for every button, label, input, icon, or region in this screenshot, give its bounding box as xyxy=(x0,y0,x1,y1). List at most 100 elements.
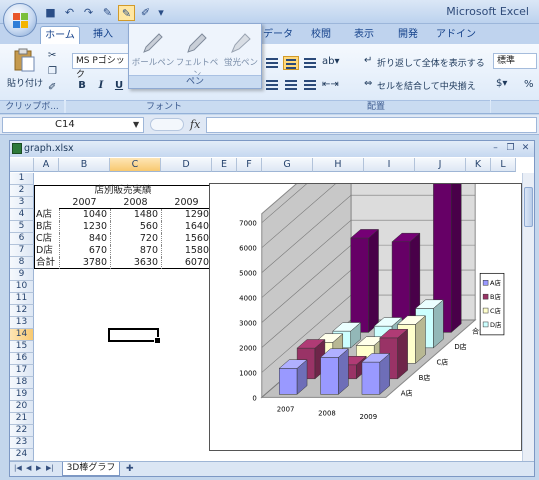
merge-center-button[interactable]: ⇔ セルを結合して中央揃え xyxy=(364,78,488,92)
orientation-icon[interactable]: ab▾ xyxy=(322,56,340,67)
value-cell[interactable]: 560 xyxy=(110,221,161,233)
insert-function-icon[interactable]: fx xyxy=(190,118,200,131)
row-header-15[interactable]: 15 xyxy=(10,341,34,353)
row-header-2[interactable]: 2 xyxy=(10,185,34,197)
value-cell[interactable]: 670 xyxy=(59,245,110,257)
row-header-16[interactable]: 16 xyxy=(10,353,34,365)
active-cell-c14[interactable] xyxy=(108,328,161,344)
value-cell[interactable]: 3780 xyxy=(59,257,110,269)
row-header-3[interactable]: 3 xyxy=(10,197,34,209)
wrap-text-button[interactable]: ↵ 折り返して全体を表示する xyxy=(364,55,488,69)
select-all-corner[interactable] xyxy=(10,158,34,172)
value-cell[interactable]: 1040 xyxy=(59,209,110,221)
value-cell[interactable]: 3630 xyxy=(110,257,161,269)
customize-qat-icon[interactable]: ▾ xyxy=(156,5,166,21)
row-header-23[interactable]: 23 xyxy=(10,437,34,449)
align-top-icon[interactable] xyxy=(264,56,280,70)
value-cell[interactable]: 840 xyxy=(59,233,110,245)
tab-addins[interactable]: アドイン xyxy=(436,26,476,44)
column-header-f[interactable]: F xyxy=(237,158,262,172)
row-header-22[interactable]: 22 xyxy=(10,425,34,437)
store-name-cell[interactable]: A店 xyxy=(36,209,61,221)
row-header-19[interactable]: 19 xyxy=(10,389,34,401)
row-header-24[interactable]: 24 xyxy=(10,449,34,461)
3d-column-chart[interactable]: 0 1000 2000 3000 4000 5000 6000 7000 2007 2008 200… xyxy=(209,183,522,451)
value-cell[interactable]: 6070 xyxy=(161,257,212,269)
row-header-12[interactable]: 12 xyxy=(10,305,34,317)
italic-button[interactable]: I xyxy=(93,78,109,94)
align-right-icon[interactable] xyxy=(302,78,318,92)
next-sheet-icon[interactable]: ▶ xyxy=(36,464,41,472)
minimize-icon[interactable]: – xyxy=(489,142,502,155)
column-header-l[interactable]: L xyxy=(491,158,516,172)
prev-sheet-icon[interactable]: ◀ xyxy=(26,464,31,472)
felt-pen-item[interactable]: フェルトペン xyxy=(175,28,219,80)
name-box-dropdown-icon[interactable]: ▼ xyxy=(133,120,139,129)
paste-button[interactable]: 貼り付け xyxy=(6,48,43,90)
column-header-d[interactable]: D xyxy=(161,158,212,172)
restore-icon[interactable]: ❐ xyxy=(504,142,517,155)
currency-icon[interactable]: $▾ xyxy=(496,78,507,89)
row-header-21[interactable]: 21 xyxy=(10,413,34,425)
percent-button[interactable]: % xyxy=(524,79,534,90)
cut-icon[interactable]: ✂ xyxy=(48,50,56,61)
font-name-box[interactable]: MS Pゴシック xyxy=(72,53,130,80)
pen-icon[interactable]: ✎ xyxy=(99,5,116,21)
row-header-5[interactable]: 5 xyxy=(10,221,34,233)
first-sheet-icon[interactable]: |◀ xyxy=(14,464,22,472)
column-header-h[interactable]: H xyxy=(313,158,364,172)
row-header-18[interactable]: 18 xyxy=(10,377,34,389)
column-header-g[interactable]: G xyxy=(262,158,313,172)
tab-review[interactable]: 校閲 xyxy=(306,26,336,44)
sheet-tab-3d-bar[interactable]: 3D棒グラフ xyxy=(62,462,120,476)
column-header-j[interactable]: J xyxy=(415,158,466,172)
row-header-20[interactable]: 20 xyxy=(10,401,34,413)
row-header-14[interactable]: 14 xyxy=(10,329,34,341)
align-left-icon[interactable] xyxy=(264,78,280,92)
vertical-scrollbar[interactable] xyxy=(522,173,534,461)
value-cell[interactable]: 870 xyxy=(110,245,161,257)
row-header-1[interactable]: 1 xyxy=(10,173,34,185)
tab-home[interactable]: ホーム xyxy=(40,26,80,44)
store-name-cell[interactable]: B店 xyxy=(36,221,61,233)
ballpoint-pen-item[interactable]: ボールペン xyxy=(131,28,175,72)
insert-sheet-icon[interactable]: ✚ xyxy=(126,464,134,474)
row-header-4[interactable]: 4 xyxy=(10,209,34,221)
row-header-13[interactable]: 13 xyxy=(10,317,34,329)
column-header-i[interactable]: I xyxy=(364,158,415,172)
column-header-b[interactable]: B xyxy=(59,158,110,172)
save-icon[interactable]: ■ xyxy=(42,5,59,21)
value-cell[interactable]: 1480 xyxy=(110,209,161,221)
column-header-c[interactable]: C xyxy=(110,158,161,172)
column-header-e[interactable]: E xyxy=(212,158,237,172)
align-middle-icon[interactable] xyxy=(283,56,299,70)
store-name-cell[interactable]: C店 xyxy=(36,233,61,245)
number-format-box[interactable]: 標準 xyxy=(493,53,537,69)
format-painter-icon[interactable]: ✐ xyxy=(48,82,56,93)
bold-button[interactable]: B xyxy=(74,78,90,94)
value-cell[interactable]: 1560 xyxy=(161,233,212,245)
formula-input[interactable] xyxy=(206,117,537,133)
tab-developer[interactable]: 開発 xyxy=(392,26,424,44)
tab-insert[interactable]: 挿入 xyxy=(86,26,120,44)
row-header-17[interactable]: 17 xyxy=(10,365,34,377)
tab-data[interactable]: データ xyxy=(262,26,294,44)
indent-icon[interactable]: ⇤⇥ xyxy=(322,79,339,90)
pen-dropdown-icon[interactable]: ✐ xyxy=(137,5,154,21)
underline-button[interactable]: U xyxy=(111,78,127,94)
row-header-8[interactable]: 8 xyxy=(10,257,34,269)
vertical-scroll-thumb[interactable] xyxy=(524,187,533,227)
tab-view[interactable]: 表示 xyxy=(348,26,380,44)
align-bottom-icon[interactable] xyxy=(302,56,318,70)
last-sheet-icon[interactable]: ▶| xyxy=(46,464,54,472)
office-button[interactable] xyxy=(3,3,37,37)
name-box[interactable]: C14 xyxy=(2,117,144,133)
close-icon[interactable]: ✕ xyxy=(519,142,532,155)
undo-icon[interactable]: ↶ xyxy=(61,5,78,21)
row-header-9[interactable]: 9 xyxy=(10,269,34,281)
row-header-7[interactable]: 7 xyxy=(10,245,34,257)
row-header-6[interactable]: 6 xyxy=(10,233,34,245)
redo-icon[interactable]: ↷ xyxy=(80,5,97,21)
value-cell[interactable]: 1640 xyxy=(161,221,212,233)
highlighter-item[interactable]: 蛍光ペン xyxy=(219,28,263,72)
